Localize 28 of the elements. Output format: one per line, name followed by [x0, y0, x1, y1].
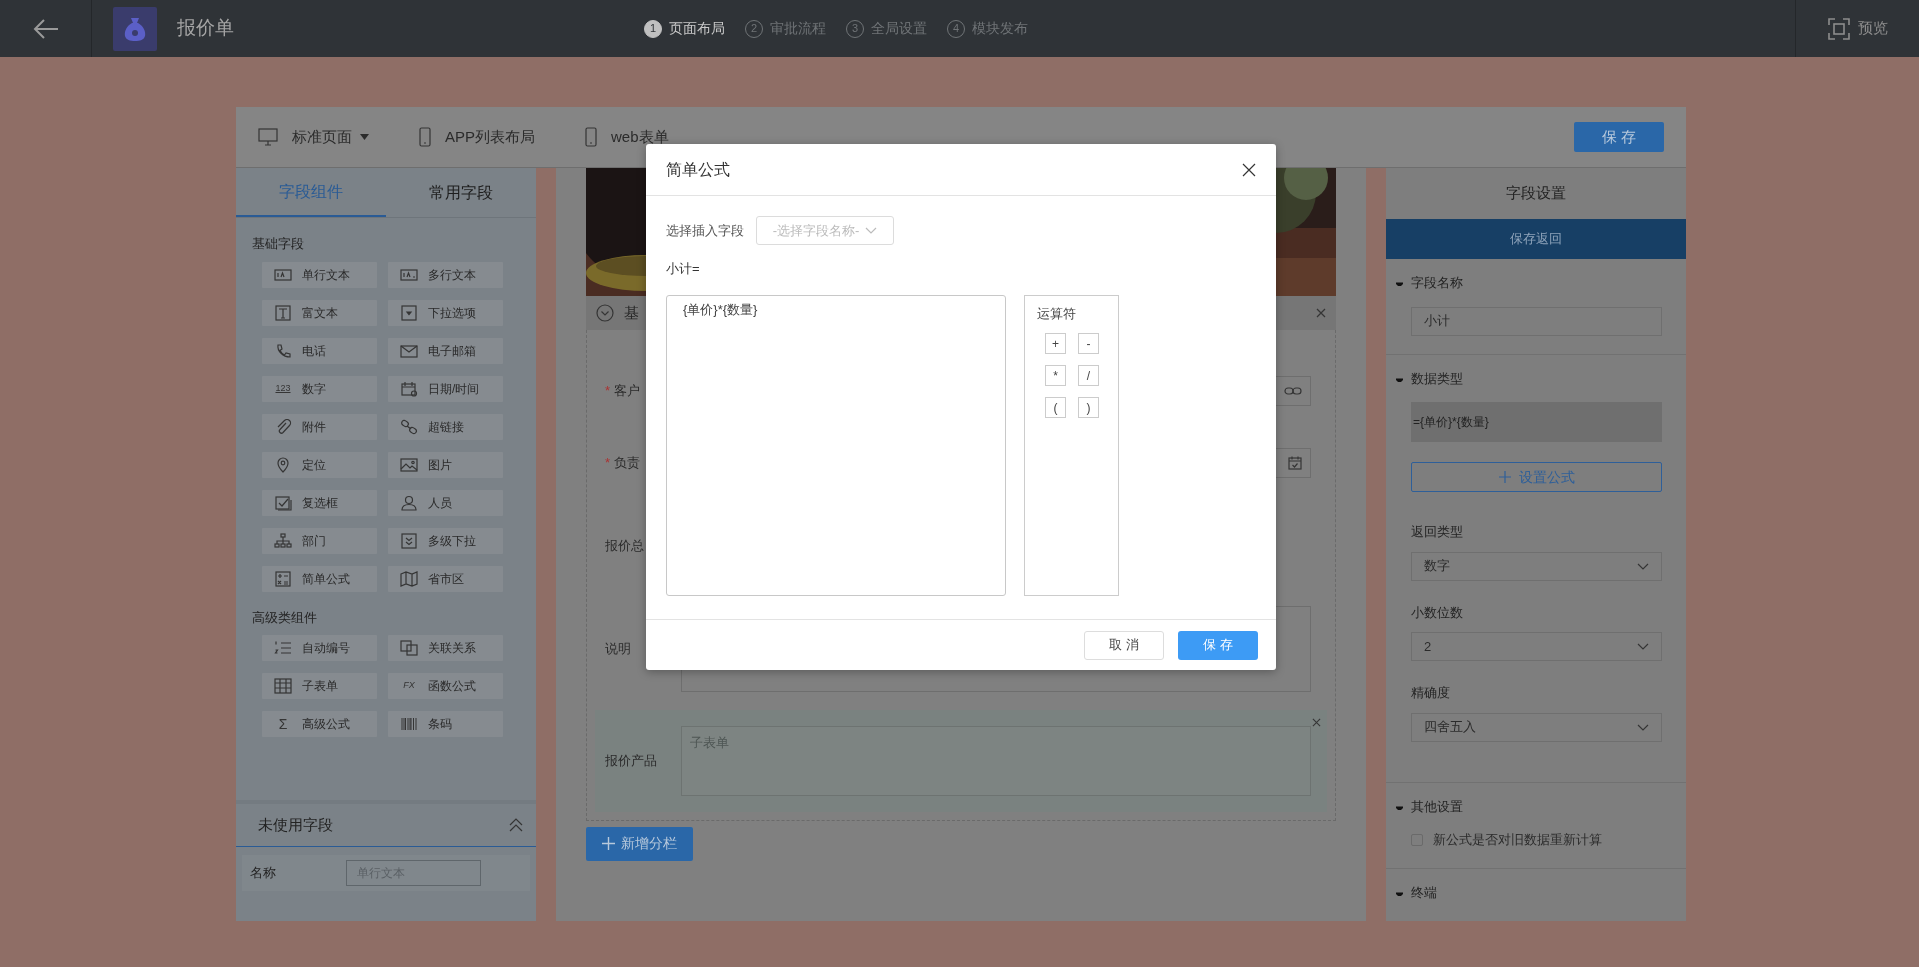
- section-title: 字段名称: [1411, 274, 1463, 292]
- checkbox-label: 新公式是否对旧数据重新计算: [1433, 831, 1602, 849]
- dialog-title: 简单公式: [666, 159, 730, 180]
- section-heading: 高级类组件: [251, 608, 318, 627]
- field-label: 报价总: [605, 537, 645, 555]
- field-label: 小数位数: [1411, 603, 1464, 622]
- field-label: 选择插入字段: [666, 221, 744, 240]
- field-label: 名称: [250, 864, 277, 883]
- icon-label: FX: [402, 679, 416, 693]
- section-title: 基: [624, 302, 639, 323]
- formula-display: ={单价}*{数量}: [1411, 402, 1662, 442]
- panel-title: 运算符: [1037, 304, 1077, 323]
- panel-title: 字段设置: [1505, 183, 1567, 204]
- section-title: 数据类型: [1411, 369, 1463, 388]
- field-label: 返回类型: [1411, 523, 1464, 541]
- formula-label: 小计=: [666, 260, 701, 278]
- section-title: 其他设置: [1411, 797, 1463, 816]
- field-label: 说明: [605, 639, 632, 658]
- field-label: * 负责: [605, 454, 642, 473]
- icon-label: 123: [274, 381, 292, 395]
- section-title: 未使用字段: [258, 814, 333, 835]
- section-title: 终端: [1411, 883, 1437, 902]
- page-title: 报价单: [177, 16, 234, 41]
- field-label: * 客户: [605, 382, 642, 401]
- field-label: 精确度: [1411, 684, 1451, 702]
- field-label: 报价产品: [605, 751, 658, 770]
- section-heading: 基础字段: [251, 235, 305, 253]
- icon-label: Σ: [277, 714, 289, 734]
